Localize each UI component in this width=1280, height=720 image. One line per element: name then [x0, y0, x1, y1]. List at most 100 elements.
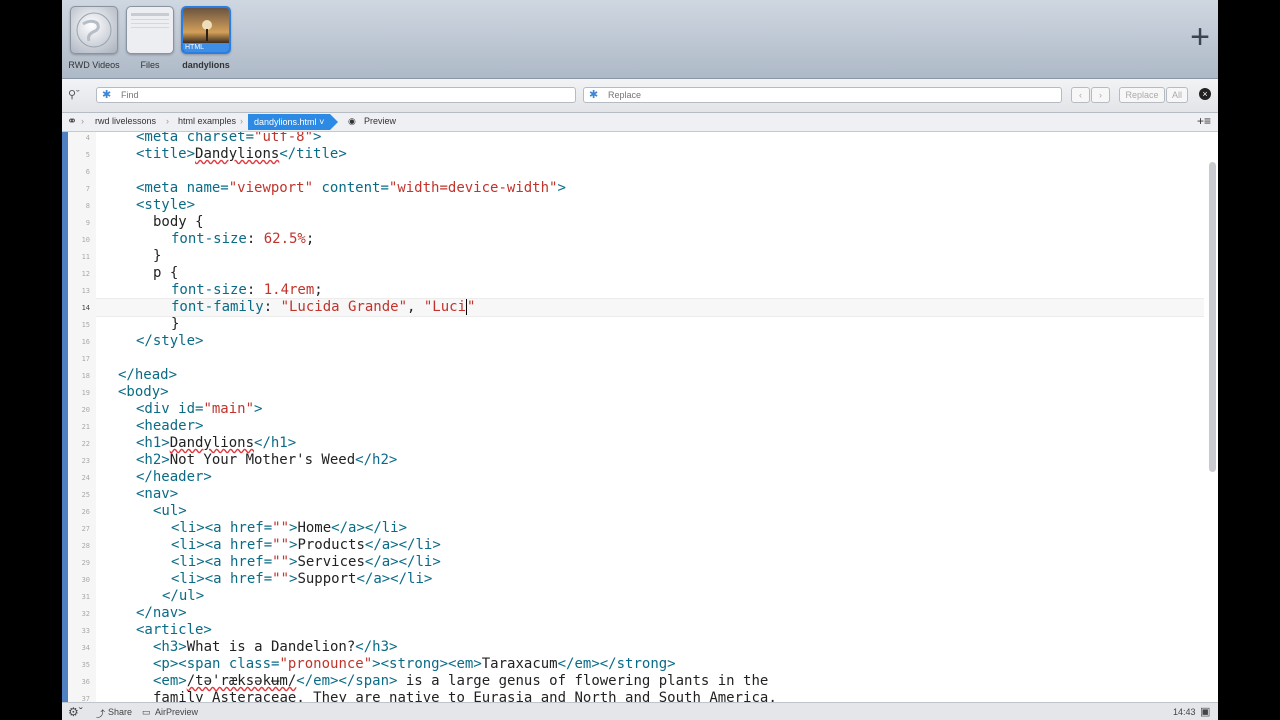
code-line: } — [153, 248, 162, 264]
site-dandylions[interactable]: HTML dandylions — [181, 6, 231, 70]
line-number: 30 — [81, 576, 90, 584]
code-line: </ul> — [162, 588, 205, 604]
code-line: </head> — [118, 367, 178, 383]
code-line: <ul> — [153, 503, 187, 519]
gear-icon[interactable]: ⚙ˇ — [68, 705, 83, 719]
line-number: 23 — [81, 457, 90, 465]
eye-icon: ◉ — [348, 116, 356, 126]
line-number: 19 — [81, 389, 90, 397]
find-replace-bar: ⚲ˇ ✱ ✱ ‹ › Replace All × — [62, 79, 1218, 113]
code-line: <header> — [136, 418, 204, 434]
airpreview-button[interactable]: AirPreview — [155, 707, 198, 717]
line-number: 24 — [81, 474, 90, 482]
code-line: <p><span class="pronounce"><strong><em>T… — [153, 656, 676, 672]
replace-input[interactable] — [606, 89, 1040, 101]
code-line: </header> — [136, 469, 212, 485]
chevron-right-icon: › — [1099, 90, 1102, 100]
replace-all-button[interactable]: All — [1166, 87, 1188, 103]
line-number: 8 — [85, 202, 90, 210]
chevron-right-icon: › — [81, 116, 84, 126]
line-number: 31 — [81, 593, 90, 601]
code-line: body { — [153, 214, 204, 230]
code-line: <h3>What is a Dandelion?</h3> — [153, 639, 398, 655]
line-number: 27 — [81, 525, 90, 533]
code-line: <li><a href="">Support</a></li> — [171, 571, 433, 587]
breadcrumb-html-examples[interactable]: html examples — [178, 116, 236, 126]
line-number: 26 — [81, 508, 90, 516]
line-number: 28 — [81, 542, 90, 550]
navigation-icon[interactable]: ⚭ — [67, 114, 77, 128]
regex-star-icon: ✱ — [589, 89, 599, 101]
vertical-scrollbar[interactable] — [1209, 162, 1216, 472]
code-line: <h1>Dandylions</h1> — [136, 435, 297, 451]
code-line: } — [171, 316, 180, 332]
code-line: </style> — [136, 333, 204, 349]
find-next-button[interactable]: › — [1091, 87, 1110, 103]
line-number: 18 — [81, 372, 90, 380]
find-previous-button[interactable]: ‹ — [1071, 87, 1090, 103]
file-name: dandylions.html — [254, 117, 317, 127]
chevron-left-icon: ‹ — [1079, 90, 1082, 100]
chevron-right-icon: › — [240, 116, 243, 126]
share-button[interactable]: Share — [108, 707, 132, 717]
site-label: dandylions — [182, 60, 230, 70]
code-line: <em>/tə'ræksəkʉm/</em></span> is a large… — [153, 673, 769, 689]
chevron-right-icon: › — [166, 116, 169, 126]
airpreview-icon: ▭ — [142, 707, 151, 717]
preview-button[interactable]: Preview — [364, 116, 396, 126]
code-line: <meta charset="utf-8"> — [136, 132, 322, 145]
chevron-down-icon: ˅ — [319, 117, 325, 127]
fullscreen-icon[interactable]: ▣ — [1200, 705, 1210, 718]
line-number: 4 — [85, 134, 90, 142]
code-line: <li><a href="">Services</a></li> — [171, 554, 441, 570]
site-label: RWD Videos — [68, 60, 120, 70]
code-line: family Asteraceae. They are native to Eu… — [153, 690, 777, 702]
line-number: 16 — [81, 338, 90, 346]
close-icon[interactable]: × — [1199, 88, 1211, 100]
html-badge: HTML — [183, 43, 229, 52]
code-line: <nav> — [136, 486, 179, 502]
replace-button[interactable]: Replace — [1119, 87, 1165, 103]
dandelion-thumbnail: HTML — [181, 6, 231, 54]
code-line-current: font-family: "Lucida Grande", "Luci" — [171, 299, 476, 315]
code-editor[interactable]: 4 5 6 7 8 9 10 11 12 13 14 15 16 17 18 19 20 21 22 23 24 25 26… — [62, 132, 1218, 702]
code-line: <h2>Not Your Mother's Weed</h2> — [136, 452, 398, 468]
sites-shelf: RWD Videos Files HTML dandylions + — [62, 0, 1218, 79]
line-number: 36 — [81, 678, 90, 686]
code-line: <li><a href="">Home</a></li> — [171, 520, 408, 536]
line-number: 13 — [81, 287, 90, 295]
line-number: 21 — [81, 423, 90, 431]
line-number: 25 — [81, 491, 90, 499]
find-field[interactable]: ✱ — [96, 87, 576, 103]
line-number: 32 — [81, 610, 90, 618]
site-rwd-videos[interactable]: RWD Videos — [68, 6, 120, 70]
site-files[interactable]: Files — [125, 6, 175, 70]
code-line: </nav> — [136, 605, 187, 621]
line-number: 7 — [85, 185, 90, 193]
line-number: 9 — [85, 219, 90, 227]
add-site-button[interactable]: + — [1190, 20, 1210, 54]
site-label: Files — [140, 60, 160, 70]
files-icon — [126, 6, 174, 54]
line-number: 12 — [81, 270, 90, 278]
replace-field[interactable]: ✱ — [583, 87, 1062, 103]
code-line: <div id="main"> — [136, 401, 263, 417]
line-number: 29 — [81, 559, 90, 567]
globe-icon — [70, 6, 118, 54]
line-number: 11 — [81, 253, 90, 261]
find-input[interactable] — [119, 89, 554, 101]
line-number: 17 — [81, 355, 90, 363]
add-tab-icon[interactable]: +≡ — [1197, 114, 1211, 128]
code-line: <meta name="viewport" content="width=dev… — [136, 180, 566, 196]
line-number: 22 — [81, 440, 90, 448]
code-line: <article> — [136, 622, 212, 638]
search-icon[interactable]: ⚲ˇ — [68, 88, 80, 101]
status-bar: ⚙ˇ ⤴ Share ▭ AirPreview 14:43 ▣ — [62, 702, 1218, 720]
breadcrumb-current-file[interactable]: dandylions.html ˅ — [248, 114, 339, 130]
code-line: <body> — [118, 384, 169, 400]
editor-window: RWD Videos Files HTML dandylions + ⚲ˇ ✱ — [62, 0, 1218, 720]
line-number: 5 — [85, 151, 90, 159]
breadcrumb-rwd-livelessons[interactable]: rwd livelessons — [95, 116, 156, 126]
line-number: 34 — [81, 644, 90, 652]
line-number: 33 — [81, 627, 90, 635]
